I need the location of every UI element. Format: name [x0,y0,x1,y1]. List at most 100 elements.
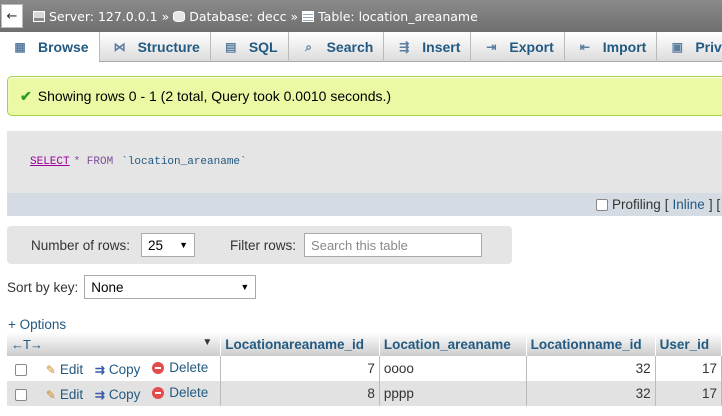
cell-name[interactable]: oooo [379,356,527,381]
edit-label: Edit [59,387,84,402]
options-toggle[interactable]: + Options [8,317,66,332]
cell-id[interactable]: 8 [220,381,380,406]
copy-label: Copy [108,387,141,402]
breadcrumb-separator: » [290,8,299,24]
cell-name[interactable]: pppp [379,381,527,406]
tab-export[interactable]: ⇥ Export [471,32,565,62]
sql-keyword-select[interactable]: SELECT [30,156,70,168]
column-header[interactable]: Locationareaname_id [220,332,380,356]
cell-locationname-id[interactable]: 32 [526,356,656,381]
copy-icon: ⇉ [94,387,105,402]
breadcrumb: Server: 127.0.0.1 » Database: decc » Tab… [33,9,478,24]
check-icon: ✔ [20,87,32,104]
row-actions: ✎ Edit ⇉ Copy Delete [7,356,222,381]
copy-icon: ⇉ [94,362,105,377]
column-header[interactable]: Location_areaname [379,332,527,356]
table-row: ✎ Edit ⇉ Copy Delete 7 oooo 32 17 [7,356,722,381]
sort-arrow-icon[interactable]: ▼ [202,337,212,348]
header-actions: ←T→ ▼ [7,332,222,356]
copy-button[interactable]: ⇉ Copy [95,362,141,377]
inline-edit-link[interactable]: Inline [673,197,705,212]
server-icon [33,10,45,22]
sort-label: Sort by key: [7,279,79,295]
bracket-close: ] [ [708,197,721,212]
sql-table-name: `location_areaname` [121,156,247,168]
tab-label: Insert [422,39,461,55]
delete-button[interactable]: Delete [152,360,208,375]
tab-sql[interactable]: ▤ SQL [211,32,289,62]
tab-label: Privi [695,39,722,55]
copy-button[interactable]: ⇉ Copy [95,387,141,402]
tab-label: Search [326,39,374,55]
tab-label: SQL [248,39,278,55]
delete-button[interactable]: Delete [152,385,208,400]
tab-privileges[interactable]: ▣ Privi [657,32,722,62]
tab-label: Browse [38,39,89,55]
rows-select-value: 25 [148,237,164,253]
tab-label: Structure [137,39,200,55]
sort-by-key: Sort by key: None ▼ [7,275,257,299]
edit-label: Edit [59,362,84,377]
rows-label: Number of rows: [31,237,131,253]
sql-from: * FROM [73,156,114,168]
column-header[interactable]: Locationname_id [526,332,656,356]
success-message-text: Showing rows 0 - 1 (2 total, Query took … [37,88,392,104]
browse-icon: ▦ [14,40,26,54]
sql-query-box: SELECT * FROM `location_areaname` [7,131,722,193]
database-icon [173,10,186,22]
pencil-icon: ✎ [45,387,56,402]
breadcrumb-bar: ← Server: 127.0.0.1 » Database: decc » T… [0,0,722,32]
tab-label: Import [602,39,647,55]
column-arrows-icon[interactable]: ←T→ [11,337,43,352]
copy-label: Copy [108,362,141,377]
rows-select[interactable]: 25 ▼ [141,233,196,257]
sort-select-value: None [91,279,124,295]
row-checkbox[interactable] [15,363,27,376]
tab-search[interactable]: ⌕ Search [289,32,385,62]
search-icon: ⌕ [305,39,312,54]
filter-rows-input[interactable]: Search this table [304,233,483,257]
chevron-down-icon: ▼ [179,240,189,250]
pencil-icon: ✎ [45,362,56,377]
sql-icon: ▤ [225,40,237,54]
cell-user-id[interactable]: 17 [655,356,722,381]
delete-icon [152,361,165,374]
table-row: ✎ Edit ⇉ Copy Delete 8 pppp 32 17 [7,381,722,406]
cell-user-id[interactable]: 17 [655,381,722,406]
table-header-row: ←T→ ▼ Locationareaname_id Location_arean… [7,332,722,356]
insert-icon: ⇶ [399,40,410,54]
tab-structure[interactable]: ⋈ Structure [100,32,211,62]
row-actions: ✎ Edit ⇉ Copy Delete [7,381,222,406]
delete-label: Delete [169,360,209,375]
tab-bar: ▦ Browse ⋈ Structure ▤ SQL ⌕ Search ⇶ Insert … [0,32,722,63]
tab-browse[interactable]: ▦ Browse [0,32,100,63]
back-arrow-icon[interactable]: ← [1,4,23,28]
privileges-icon: ▣ [671,40,683,54]
delete-label: Delete [169,385,209,400]
cell-id[interactable]: 7 [220,356,380,381]
profiling-label: Profiling [612,197,661,212]
profiling-control: Profiling [ Inline ] [ [596,197,720,212]
breadcrumb-table[interactable]: Table: location_areaname [318,9,478,24]
edit-button[interactable]: ✎ Edit [46,362,83,377]
results-table: ←T→ ▼ Locationareaname_id Location_arean… [7,332,722,406]
success-message: ✔ Showing rows 0 - 1 (2 total, Query too… [7,76,722,116]
tab-import[interactable]: ⇤ Import [565,32,658,62]
bracket-open: [ [664,197,669,212]
breadcrumb-database[interactable]: Database: decc [189,9,286,24]
sort-select[interactable]: None ▼ [84,275,257,299]
row-checkbox[interactable] [15,388,27,401]
tab-insert[interactable]: ⇶ Insert [384,32,472,62]
edit-button[interactable]: ✎ Edit [46,387,83,402]
tab-label: Export [509,39,554,55]
profiling-checkbox[interactable] [596,198,608,211]
table-icon [302,10,315,22]
breadcrumb-server[interactable]: Server: 127.0.0.1 [49,9,158,24]
cell-locationname-id[interactable]: 32 [526,381,656,406]
navigation-bar: Number of rows: 25 ▼ Filter rows: Search… [7,226,512,264]
structure-icon: ⋈ [113,40,126,54]
import-icon: ⇤ [579,40,590,54]
column-header[interactable]: User_id [655,332,722,356]
export-icon: ⇥ [486,40,497,54]
delete-icon [152,386,165,399]
